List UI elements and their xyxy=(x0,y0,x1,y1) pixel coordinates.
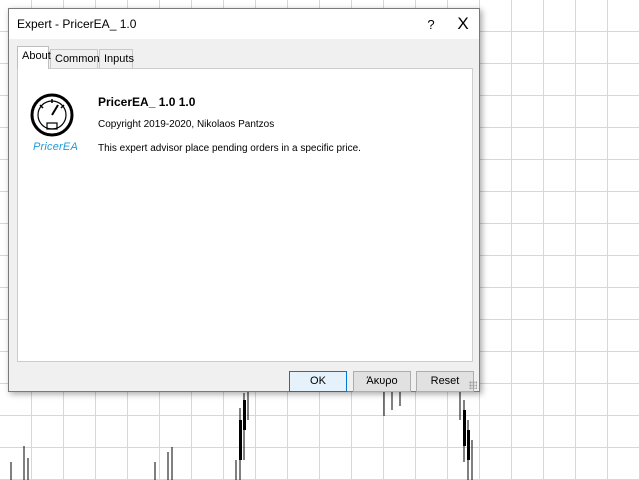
tab-about[interactable]: About xyxy=(17,46,51,69)
title-bar[interactable]: Expert - PricerEA_ 1.0 ? X xyxy=(9,9,479,39)
tab-common[interactable]: Common xyxy=(50,49,100,68)
ok-button[interactable]: OK xyxy=(289,371,347,392)
candle-body xyxy=(239,420,242,460)
logo-text: PricerEA xyxy=(33,141,78,153)
copyright-text: Copyright 2019-2020, Nikolaos Pantzos xyxy=(98,119,275,130)
candle-body xyxy=(243,400,246,430)
product-name: PricerEA_ 1.0 1.0 xyxy=(98,95,196,109)
close-icon[interactable]: X xyxy=(451,13,475,35)
help-icon[interactable]: ? xyxy=(421,15,441,35)
cancel-button[interactable]: Άκυρο xyxy=(353,371,411,392)
description-text: This expert advisor place pending orders… xyxy=(98,143,361,154)
gauge-logo-icon xyxy=(30,93,74,137)
about-panel: PricerEA PricerEA_ 1.0 1.0 Copyright 201… xyxy=(17,68,473,362)
candle-body xyxy=(467,430,470,460)
candle-body xyxy=(463,410,466,446)
tab-inputs[interactable]: Inputs xyxy=(99,49,134,68)
resize-grip-icon[interactable] xyxy=(469,381,477,389)
dialog-title: Expert - PricerEA_ 1.0 xyxy=(17,17,137,31)
reset-button[interactable]: Reset xyxy=(416,371,474,392)
expert-dialog[interactable]: Expert - PricerEA_ 1.0 ? X About Common … xyxy=(8,8,480,392)
